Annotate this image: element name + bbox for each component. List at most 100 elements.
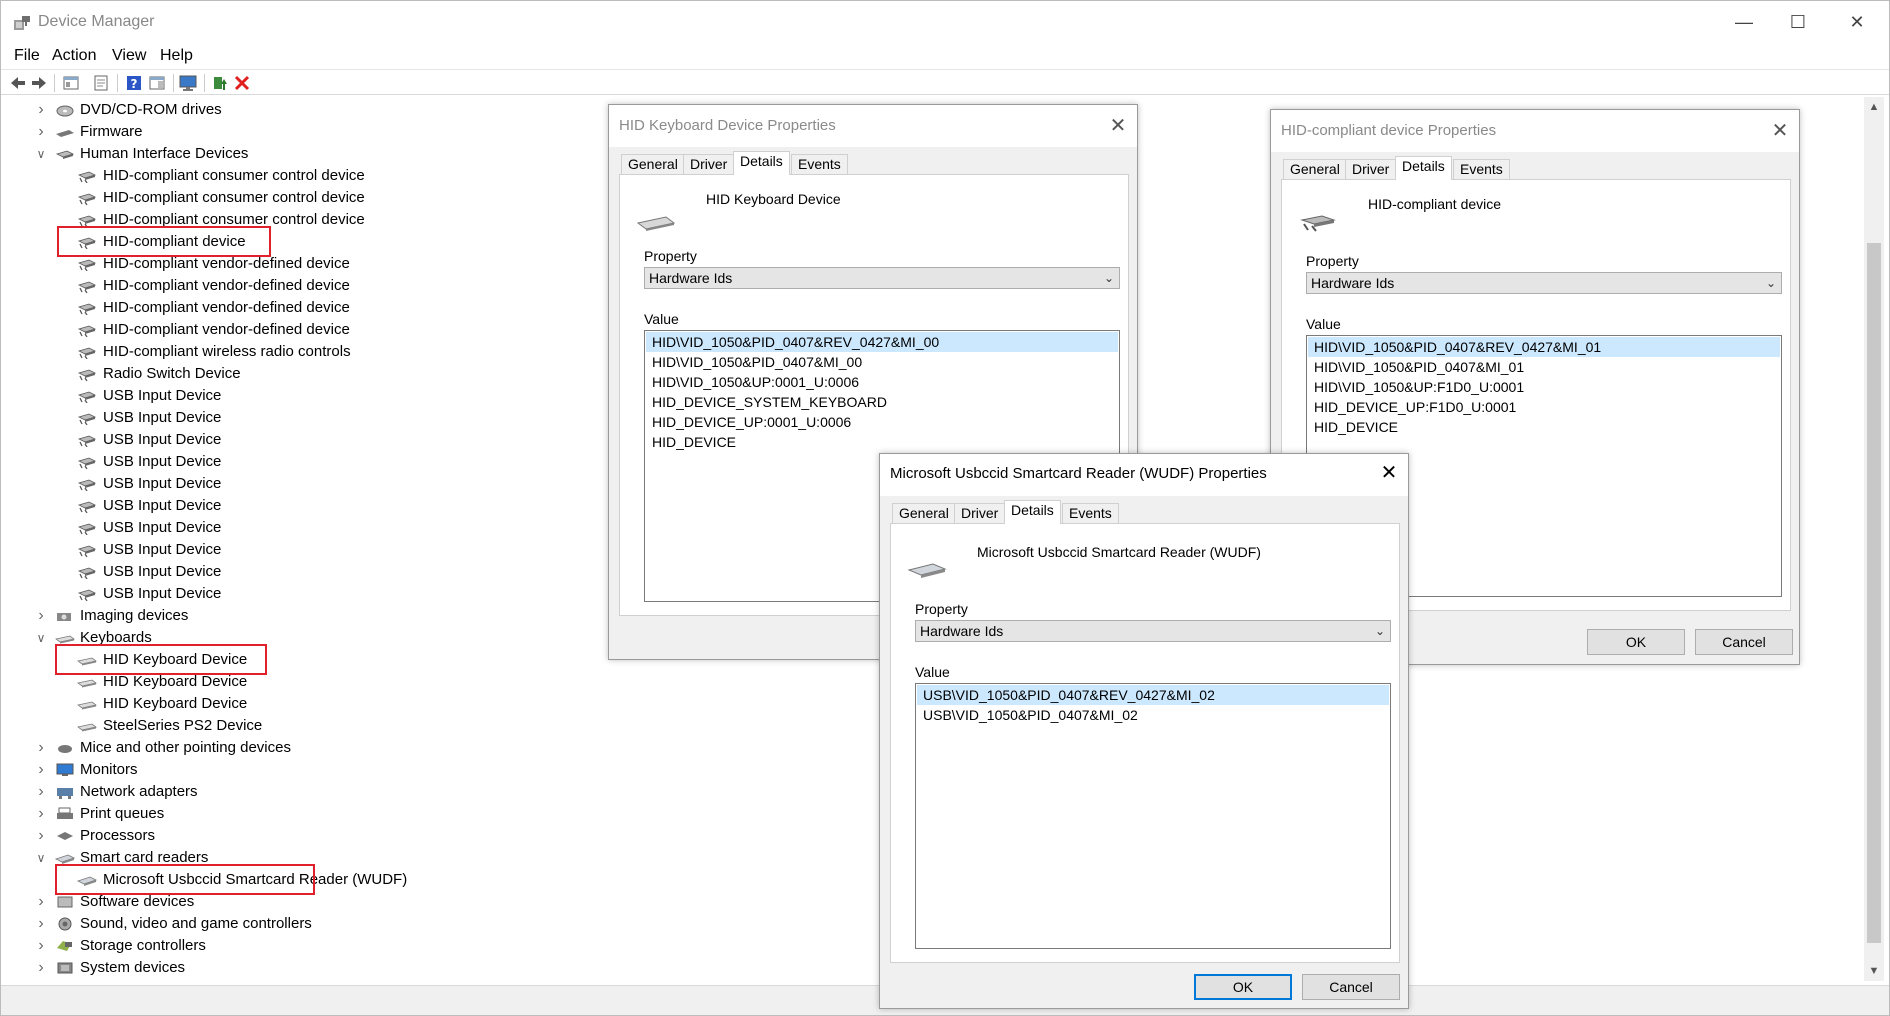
dialog-close-icon[interactable]: ✕ [1376,460,1402,486]
tab-events[interactable]: Events [1062,503,1119,523]
property-dropdown[interactable]: Hardware Ids ⌄ [1306,272,1782,294]
scroll-up-arrow-icon[interactable]: ▲ [1864,97,1884,117]
value-list-item[interactable]: HID\VID_1050&PID_0407&MI_01 [1308,357,1780,377]
tab-details[interactable]: Details [1004,500,1061,524]
tab-general[interactable]: General [621,154,685,174]
menu-view[interactable]: View [112,47,146,65]
tree-device[interactable]: HID-compliant vendor-defined device [1,319,701,341]
tree-device[interactable]: Radio Switch Device [1,363,701,385]
ok-button[interactable]: OK [1194,974,1292,1000]
cancel-button[interactable]: Cancel [1302,974,1400,1000]
value-list-item[interactable]: HID_DEVICE_SYSTEM_KEYBOARD [646,392,1118,412]
chevron-right-icon[interactable]: › [35,913,47,935]
tree-device[interactable]: USB Input Device [1,473,701,495]
tab-general[interactable]: General [1283,159,1347,179]
value-list-item[interactable]: HID\VID_1050&PID_0407&REV_0427&MI_00 [646,332,1118,352]
tab-general[interactable]: General [892,503,956,523]
tab-details[interactable]: Details [733,151,790,175]
value-list-item[interactable]: HID_DEVICE [646,432,1118,452]
tree-device[interactable]: USB Input Device [1,429,701,451]
value-list-item[interactable]: USB\VID_1050&PID_0407&REV_0427&MI_02 [917,685,1389,705]
value-list-item[interactable]: USB\VID_1050&PID_0407&MI_02 [917,705,1389,725]
value-list-item[interactable]: HID\VID_1050&PID_0407&REV_0427&MI_01 [1308,337,1780,357]
chevron-right-icon[interactable]: › [35,121,47,143]
tree-category[interactable]: › Monitors [1,759,701,781]
vertical-scrollbar[interactable]: ▲ ▼ [1864,97,1884,981]
tab-driver[interactable]: Driver [954,503,1006,523]
property-dropdown[interactable]: Hardware Ids ⌄ [915,620,1391,642]
chevron-right-icon[interactable]: › [35,803,47,825]
tree-device[interactable]: USB Input Device [1,495,701,517]
tree-category[interactable]: › Processors [1,825,701,847]
maximize-button[interactable]: ☐ [1783,9,1813,35]
dialog-close-icon[interactable]: ✕ [1767,118,1793,144]
tree-device[interactable]: HID-compliant consumer control device [1,165,701,187]
tree-device[interactable]: USB Input Device [1,583,701,605]
uninstall-device-icon[interactable] [233,74,251,92]
value-list-item[interactable]: HID\VID_1050&UP:F1D0_U:0001 [1308,377,1780,397]
menu-help[interactable]: Help [160,47,193,65]
scroll-down-arrow-icon[interactable]: ▼ [1864,961,1884,981]
tree-device[interactable]: HID-compliant wireless radio controls [1,341,701,363]
value-list-item[interactable]: HID_DEVICE_UP:0001_U:0006 [646,412,1118,432]
dialog-close-icon[interactable]: ✕ [1105,113,1131,139]
tree-category[interactable]: › Firmware [1,121,701,143]
update-driver-icon[interactable] [211,74,229,92]
chevron-right-icon[interactable]: › [35,825,47,847]
tree-device[interactable]: USB Input Device [1,561,701,583]
tree-device[interactable]: HID-compliant consumer control device [1,187,701,209]
cancel-button[interactable]: Cancel [1695,629,1793,655]
tab-details[interactable]: Details [1395,156,1452,180]
close-button[interactable]: ✕ [1842,9,1872,35]
tree-category[interactable]: › Print queues [1,803,701,825]
tree-category[interactable]: › Storage controllers [1,935,701,957]
value-list-item[interactable]: HID\VID_1050&UP:0001_U:0006 [646,372,1118,392]
property-dropdown[interactable]: Hardware Ids ⌄ [644,267,1120,289]
chevron-down-icon[interactable]: ∨ [35,627,47,649]
ok-button[interactable]: OK [1587,629,1685,655]
tree-device[interactable]: USB Input Device [1,407,701,429]
monitor-icon[interactable] [179,74,197,92]
tree-device[interactable]: USB Input Device [1,517,701,539]
tab-driver[interactable]: Driver [683,154,735,174]
chevron-right-icon[interactable]: › [35,99,47,121]
show-hide-console-tree-icon[interactable] [62,74,80,92]
menu-action[interactable]: Action [52,47,96,65]
scrollbar-thumb[interactable] [1867,243,1881,943]
tab-events[interactable]: Events [791,154,848,174]
chevron-right-icon[interactable]: › [35,737,47,759]
tree-category[interactable]: › Network adapters [1,781,701,803]
chevron-right-icon[interactable]: › [35,935,47,957]
tree-category[interactable]: › DVD/CD-ROM drives [1,99,701,121]
forward-icon[interactable] [30,74,48,92]
chevron-right-icon[interactable]: › [35,605,47,627]
properties-icon[interactable] [92,74,110,92]
tree-device[interactable]: USB Input Device [1,385,701,407]
tree-device[interactable]: HID-compliant vendor-defined device [1,275,701,297]
tree-category[interactable]: › Mice and other pointing devices [1,737,701,759]
chevron-right-icon[interactable]: › [35,759,47,781]
minimize-button[interactable]: — [1729,9,1759,35]
tree-category[interactable]: ∨ Human Interface Devices [1,143,701,165]
chevron-right-icon[interactable]: › [35,957,47,979]
tree-category[interactable]: › Sound, video and game controllers [1,913,701,935]
help-icon[interactable]: ? [125,74,143,92]
tab-events[interactable]: Events [1453,159,1510,179]
tree-device[interactable]: USB Input Device [1,451,701,473]
tree-device[interactable]: USB Input Device [1,539,701,561]
chevron-down-icon[interactable]: ∨ [35,847,47,869]
chevron-right-icon[interactable]: › [35,781,47,803]
value-list-item[interactable]: HID\VID_1050&PID_0407&MI_00 [646,352,1118,372]
tree-device[interactable]: HID-compliant vendor-defined device [1,297,701,319]
menu-file[interactable]: File [14,47,40,65]
tree-device[interactable]: SteelSeries PS2 Device [1,715,701,737]
value-list-item[interactable]: HID_DEVICE_UP:F1D0_U:0001 [1308,397,1780,417]
chevron-down-icon[interactable]: ∨ [35,143,47,165]
tree-device[interactable]: HID Keyboard Device [1,693,701,715]
tab-driver[interactable]: Driver [1345,159,1397,179]
tree-category[interactable]: › System devices [1,957,701,979]
action-pane-icon[interactable] [148,74,166,92]
value-list[interactable]: USB\VID_1050&PID_0407&REV_0427&MI_02 USB\… [915,683,1391,949]
value-list-item[interactable]: HID_DEVICE [1308,417,1780,437]
back-icon[interactable] [9,74,27,92]
